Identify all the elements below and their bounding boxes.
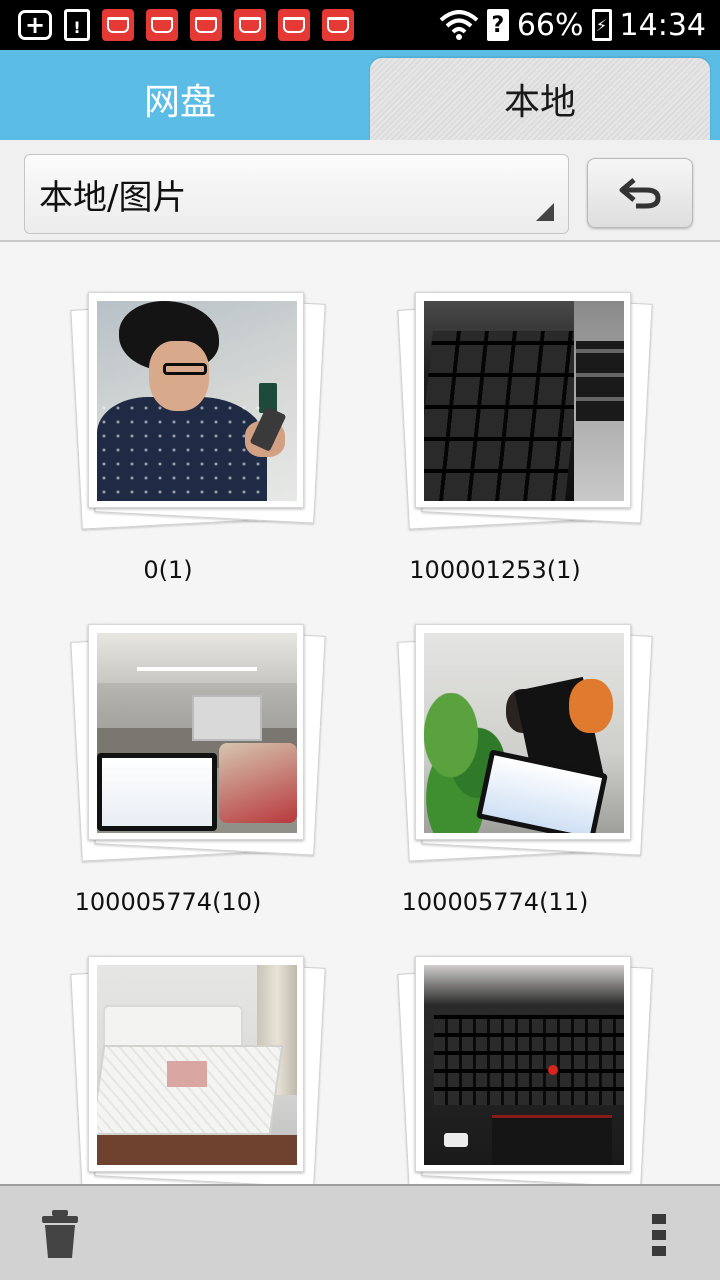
photo-item[interactable] xyxy=(28,918,326,1184)
photo-stack xyxy=(70,956,328,1184)
back-button[interactable] xyxy=(587,158,693,228)
photo-thumbnail xyxy=(88,292,304,508)
app-notification-icon xyxy=(234,9,266,41)
photo-stack xyxy=(397,956,655,1184)
tab-cloud-disk[interactable]: 网盘 xyxy=(0,58,360,140)
photo-item[interactable]: 100001253(1) xyxy=(355,254,653,584)
photo-item[interactable]: 100005774(11) xyxy=(355,586,653,916)
bottom-bar xyxy=(0,1184,720,1280)
system-icons: ? 66% ⚡ 14:34 xyxy=(439,6,706,44)
unknown-sim-icon: ? xyxy=(486,9,509,41)
status-bar: + ! ? 66% ⚡ 14:34 xyxy=(0,0,720,50)
current-path: 本地/图片 xyxy=(39,177,187,218)
photo-thumbnail xyxy=(415,624,631,840)
photo-name: 100001253(1) xyxy=(409,556,581,584)
photo-thumbnail xyxy=(88,624,304,840)
battery-percent: 66% xyxy=(516,7,584,43)
notification-icons: + ! xyxy=(18,8,354,42)
battery-warning-icon: ! xyxy=(64,9,90,41)
photo-stack xyxy=(70,624,328,864)
app-notification-icon xyxy=(322,9,354,41)
path-bar: 本地/图片 xyxy=(0,140,720,242)
tab-local[interactable]: 本地 xyxy=(370,58,710,140)
add-icon: + xyxy=(18,10,52,40)
photo-stack xyxy=(397,292,655,532)
app-notification-icon xyxy=(278,9,310,41)
app-notification-icon xyxy=(102,9,134,41)
trash-icon[interactable] xyxy=(40,1208,80,1260)
more-vertical-icon[interactable] xyxy=(652,1214,666,1256)
photo-item[interactable]: 100005774(10) xyxy=(28,586,326,916)
photo-grid: 0(1) 100001253(1) 100005774(10) 10000577… xyxy=(0,244,720,1184)
clock: 14:34 xyxy=(619,7,706,43)
photo-name: 0(1) xyxy=(143,556,193,584)
photo-stack xyxy=(70,292,328,532)
battery-charging-icon: ⚡ xyxy=(591,9,612,41)
wifi-icon xyxy=(439,10,479,40)
photo-stack xyxy=(397,624,655,864)
back-arrow-icon xyxy=(619,178,661,209)
app-notification-icon xyxy=(146,9,178,41)
app-notification-icon xyxy=(190,9,222,41)
photo-name: 100005774(11) xyxy=(401,888,589,916)
photo-item[interactable] xyxy=(355,918,653,1184)
photo-thumbnail xyxy=(415,292,631,508)
photo-item[interactable]: 0(1) xyxy=(28,254,326,584)
path-dropdown[interactable]: 本地/图片 xyxy=(24,154,569,234)
photo-thumbnail xyxy=(415,956,631,1172)
photo-thumbnail xyxy=(88,956,304,1172)
dropdown-arrow-icon xyxy=(536,203,554,221)
tab-bar: 网盘 本地 xyxy=(0,50,720,140)
photo-name: 100005774(10) xyxy=(74,888,262,916)
